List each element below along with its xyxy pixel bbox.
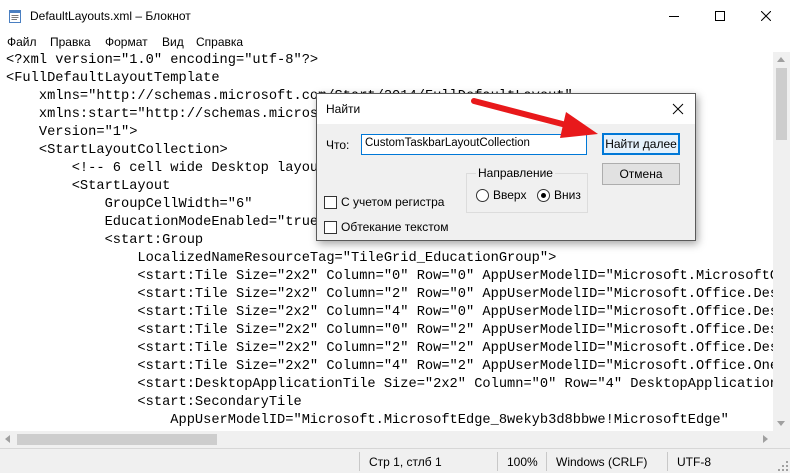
- code-line: <?xml version="1.0" encoding="utf-8"?>: [6, 53, 319, 68]
- find-what-label: Что:: [326, 138, 350, 152]
- code-line: GroupCellWidth="6": [6, 197, 253, 212]
- status-separator: [546, 452, 547, 471]
- code-line: AppUserModelID="Microsoft.MicrosoftEdge_…: [6, 413, 729, 428]
- title-bar[interactable]: DefaultLayouts.xml – Блокнот: [0, 0, 790, 32]
- scroll-left-icon[interactable]: [5, 435, 10, 443]
- code-line: <start:Tile Size="2x2" Column="4" Row="0…: [137, 305, 773, 320]
- match-case-label[interactable]: С учетом регистра: [341, 195, 444, 209]
- code-line: <start:Tile Size="2x2" Column="0" Row="2…: [137, 323, 773, 338]
- match-case-checkbox[interactable]: [324, 196, 337, 209]
- code-line: <start:SecondaryTile: [6, 395, 302, 410]
- minimize-icon: [669, 16, 679, 17]
- notepad-icon: [9, 10, 21, 23]
- code-line: <FullDefaultLayoutTemplate: [6, 71, 220, 86]
- code-line: <StartLayoutCollection>: [6, 143, 228, 158]
- menu-edit[interactable]: Правка: [50, 35, 91, 49]
- horizontal-scrollbar[interactable]: [0, 431, 773, 448]
- status-bar: Стр 1, стлб 1 100% Windows (CRLF) UTF-8: [0, 448, 790, 473]
- status-encoding: UTF-8: [677, 455, 711, 469]
- menu-format[interactable]: Формат: [105, 35, 148, 49]
- menu-bar: Файл Правка Формат Вид Справка: [0, 32, 790, 52]
- resize-grip-icon[interactable]: [778, 461, 788, 471]
- menu-view[interactable]: Вид: [162, 35, 184, 49]
- direction-label: Направление: [476, 166, 555, 180]
- minimize-button[interactable]: [651, 0, 697, 32]
- horizontal-scroll-thumb[interactable]: [17, 434, 217, 445]
- close-button[interactable]: [743, 0, 789, 32]
- status-separator: [497, 452, 498, 471]
- direction-down-radio[interactable]: [537, 189, 550, 202]
- close-icon[interactable]: [670, 101, 686, 117]
- wrap-around-checkbox[interactable]: [324, 221, 337, 234]
- find-dialog-title: Найти: [326, 102, 361, 116]
- maximize-icon: [715, 11, 725, 21]
- wrap-around-label[interactable]: Обтекание текстом: [341, 220, 448, 234]
- code-line: <start:Tile Size="2x2" Column="4" Row="2…: [6, 359, 773, 374]
- find-next-button[interactable]: Найти далее: [602, 133, 680, 155]
- direction-group: Направление Вверх Вниз: [466, 166, 588, 213]
- code-line: <start:Tile Size="2x2" Column="2" Row="0…: [137, 287, 773, 302]
- code-line: LocalizedNameResourceTag="TileGrid_Educa…: [6, 251, 557, 266]
- scroll-up-icon[interactable]: [777, 57, 785, 62]
- menu-help[interactable]: Справка: [196, 35, 243, 49]
- code-line: <start:DesktopApplicationTile Size="2x2"…: [6, 377, 773, 392]
- status-zoom: 100%: [507, 455, 538, 469]
- code-line: EducationModeEnabled="true">: [6, 215, 335, 230]
- code-line: <StartLayout: [6, 179, 171, 194]
- maximize-button[interactable]: [697, 0, 743, 32]
- direction-up-radio[interactable]: [476, 189, 489, 202]
- window-title: DefaultLayouts.xml – Блокнот: [30, 9, 191, 23]
- annotation-arrow-icon: [471, 98, 598, 138]
- direction-up-label[interactable]: Вверх: [493, 188, 526, 202]
- status-position: Стр 1, стлб 1: [369, 455, 442, 469]
- close-icon: [761, 11, 771, 21]
- scroll-down-icon[interactable]: [777, 421, 785, 426]
- status-separator: [667, 452, 668, 471]
- code-line: <start:Group: [6, 233, 204, 248]
- scroll-corner: [773, 431, 790, 448]
- code-line: <start:Tile Size="2x2" Column="0" Row="0…: [6, 269, 773, 284]
- code-line: Version="1">: [6, 125, 138, 140]
- direction-down-label[interactable]: Вниз: [554, 188, 581, 202]
- cancel-button[interactable]: Отмена: [602, 163, 680, 185]
- scroll-right-icon[interactable]: [763, 435, 768, 443]
- status-separator: [359, 452, 360, 471]
- status-line-endings: Windows (CRLF): [556, 455, 648, 469]
- vertical-scroll-thumb[interactable]: [776, 68, 787, 140]
- vertical-scrollbar[interactable]: [773, 52, 790, 431]
- code-line: <start:Tile Size="2x2" Column="2" Row="2…: [137, 341, 773, 356]
- menu-file[interactable]: Файл: [7, 35, 37, 49]
